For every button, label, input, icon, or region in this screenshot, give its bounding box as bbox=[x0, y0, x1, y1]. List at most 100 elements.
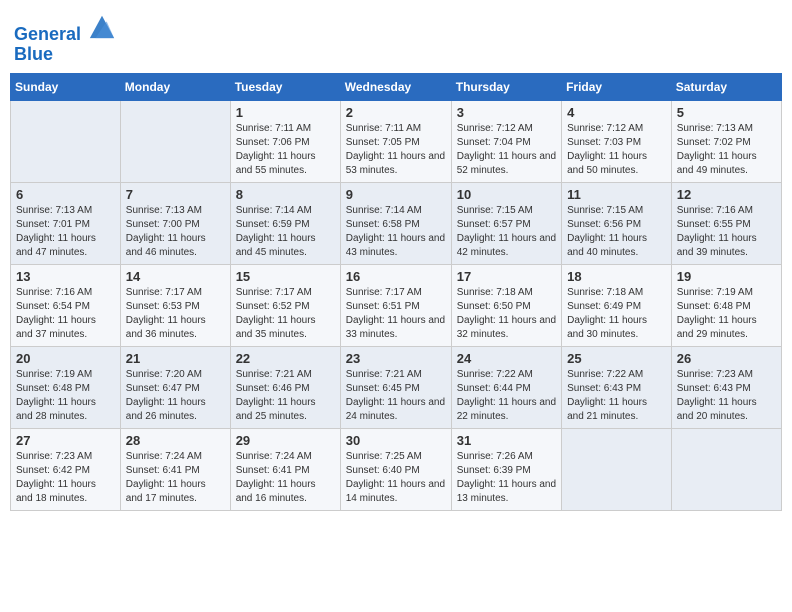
calendar-cell: 11 Sunrise: 7:15 AM Sunset: 6:56 PM Dayli… bbox=[562, 182, 672, 264]
day-number: 18 bbox=[567, 269, 666, 284]
calendar-cell: 20Sunrise: 7:19 AM Sunset: 6:48 PM Dayli… bbox=[11, 346, 121, 428]
calendar-cell: 4Sunrise: 7:12 AM Sunset: 7:03 PM Daylig… bbox=[562, 100, 672, 182]
calendar-cell: 5 Sunrise: 7:13 AM Sunset: 7:02 PM Daylig… bbox=[671, 100, 781, 182]
day-info: Sunrise: 7:18 AM Sunset: 6:50 PM Dayligh… bbox=[457, 286, 556, 342]
calendar-cell: 27 Sunrise: 7:23 AM Sunset: 6:42 PM Dayli… bbox=[11, 428, 121, 510]
logo-blue: Blue bbox=[14, 44, 53, 64]
day-info: Sunrise: 7:24 AM Sunset: 6:41 PM Dayligh… bbox=[236, 450, 335, 506]
calendar-cell: 17Sunrise: 7:18 AM Sunset: 6:50 PM Dayli… bbox=[451, 264, 561, 346]
day-number: 9 bbox=[346, 187, 446, 202]
column-header-sunday: Sunday bbox=[11, 73, 121, 100]
day-info: Sunrise: 7:12 AM Sunset: 7:04 PM Dayligh… bbox=[457, 122, 556, 178]
calendar-cell: 14Sunrise: 7:17 AM Sunset: 6:53 PM Dayli… bbox=[120, 264, 230, 346]
calendar-cell: 13Sunrise: 7:16 AM Sunset: 6:54 PM Dayli… bbox=[11, 264, 121, 346]
day-info: Sunrise: 7:22 AM Sunset: 6:43 PM Dayligh… bbox=[567, 368, 666, 424]
calendar-cell: 9 Sunrise: 7:14 AM Sunset: 6:58 PM Daylig… bbox=[340, 182, 451, 264]
calendar-cell bbox=[11, 100, 121, 182]
day-info: Sunrise: 7:17 AM Sunset: 6:52 PM Dayligh… bbox=[236, 286, 335, 342]
calendar-cell: 19 Sunrise: 7:19 AM Sunset: 6:48 PM Dayli… bbox=[671, 264, 781, 346]
calendar-cell: 22Sunrise: 7:21 AM Sunset: 6:46 PM Dayli… bbox=[230, 346, 340, 428]
day-info: Sunrise: 7:23 AM Sunset: 6:42 PM Dayligh… bbox=[16, 450, 115, 506]
day-number: 21 bbox=[126, 351, 225, 366]
calendar-cell: 21 Sunrise: 7:20 AM Sunset: 6:47 PM Dayli… bbox=[120, 346, 230, 428]
calendar-cell bbox=[671, 428, 781, 510]
calendar-cell: 28 Sunrise: 7:24 AM Sunset: 6:41 PM Dayli… bbox=[120, 428, 230, 510]
week-row-3: 13Sunrise: 7:16 AM Sunset: 6:54 PM Dayli… bbox=[11, 264, 782, 346]
day-info: Sunrise: 7:11 AM Sunset: 7:05 PM Dayligh… bbox=[346, 122, 446, 178]
calendar-table: SundayMondayTuesdayWednesdayThursdayFrid… bbox=[10, 73, 782, 511]
column-header-tuesday: Tuesday bbox=[230, 73, 340, 100]
day-number: 23 bbox=[346, 351, 446, 366]
day-number: 2 bbox=[346, 105, 446, 120]
column-header-thursday: Thursday bbox=[451, 73, 561, 100]
day-number: 10 bbox=[457, 187, 556, 202]
day-number: 25 bbox=[567, 351, 666, 366]
day-info: Sunrise: 7:21 AM Sunset: 6:45 PM Dayligh… bbox=[346, 368, 446, 424]
day-number: 13 bbox=[16, 269, 115, 284]
calendar-cell: 31Sunrise: 7:26 AM Sunset: 6:39 PM Dayli… bbox=[451, 428, 561, 510]
day-info: Sunrise: 7:19 AM Sunset: 6:48 PM Dayligh… bbox=[16, 368, 115, 424]
calendar-header-row: SundayMondayTuesdayWednesdayThursdayFrid… bbox=[11, 73, 782, 100]
day-info: Sunrise: 7:11 AM Sunset: 7:06 PM Dayligh… bbox=[236, 122, 335, 178]
day-number: 6 bbox=[16, 187, 115, 202]
calendar-cell: 18 Sunrise: 7:18 AM Sunset: 6:49 PM Dayli… bbox=[562, 264, 672, 346]
calendar-cell: 23 Sunrise: 7:21 AM Sunset: 6:45 PM Dayli… bbox=[340, 346, 451, 428]
calendar-cell: 15Sunrise: 7:17 AM Sunset: 6:52 PM Dayli… bbox=[230, 264, 340, 346]
column-header-monday: Monday bbox=[120, 73, 230, 100]
day-info: Sunrise: 7:13 AM Sunset: 7:00 PM Dayligh… bbox=[126, 204, 225, 260]
calendar-cell: 30 Sunrise: 7:25 AM Sunset: 6:40 PM Dayli… bbox=[340, 428, 451, 510]
day-info: Sunrise: 7:12 AM Sunset: 7:03 PM Dayligh… bbox=[567, 122, 666, 178]
calendar-cell: 12Sunrise: 7:16 AM Sunset: 6:55 PM Dayli… bbox=[671, 182, 781, 264]
day-info: Sunrise: 7:18 AM Sunset: 6:49 PM Dayligh… bbox=[567, 286, 666, 342]
calendar-cell: 8 Sunrise: 7:14 AM Sunset: 6:59 PM Daylig… bbox=[230, 182, 340, 264]
column-header-wednesday: Wednesday bbox=[340, 73, 451, 100]
logo-general: General bbox=[14, 24, 81, 44]
calendar-cell bbox=[120, 100, 230, 182]
column-header-friday: Friday bbox=[562, 73, 672, 100]
day-number: 24 bbox=[457, 351, 556, 366]
day-number: 16 bbox=[346, 269, 446, 284]
calendar-cell: 2 Sunrise: 7:11 AM Sunset: 7:05 PM Daylig… bbox=[340, 100, 451, 182]
calendar-cell: 3 Sunrise: 7:12 AM Sunset: 7:04 PM Daylig… bbox=[451, 100, 561, 182]
calendar-cell: 1 Sunrise: 7:11 AM Sunset: 7:06 PM Daylig… bbox=[230, 100, 340, 182]
day-number: 1 bbox=[236, 105, 335, 120]
week-row-1: 1 Sunrise: 7:11 AM Sunset: 7:06 PM Daylig… bbox=[11, 100, 782, 182]
day-number: 30 bbox=[346, 433, 446, 448]
column-header-saturday: Saturday bbox=[671, 73, 781, 100]
logo: General Blue bbox=[14, 16, 116, 65]
day-number: 19 bbox=[677, 269, 776, 284]
calendar-cell: 10 Sunrise: 7:15 AM Sunset: 6:57 PM Dayli… bbox=[451, 182, 561, 264]
day-number: 3 bbox=[457, 105, 556, 120]
day-number: 31 bbox=[457, 433, 556, 448]
day-number: 5 bbox=[677, 105, 776, 120]
day-info: Sunrise: 7:19 AM Sunset: 6:48 PM Dayligh… bbox=[677, 286, 776, 342]
day-info: Sunrise: 7:13 AM Sunset: 7:02 PM Dayligh… bbox=[677, 122, 776, 178]
calendar-cell: 29Sunrise: 7:24 AM Sunset: 6:41 PM Dayli… bbox=[230, 428, 340, 510]
calendar-cell: 25 Sunrise: 7:22 AM Sunset: 6:43 PM Dayli… bbox=[562, 346, 672, 428]
day-info: Sunrise: 7:22 AM Sunset: 6:44 PM Dayligh… bbox=[457, 368, 556, 424]
day-info: Sunrise: 7:15 AM Sunset: 6:56 PM Dayligh… bbox=[567, 204, 666, 260]
day-number: 7 bbox=[126, 187, 225, 202]
day-number: 8 bbox=[236, 187, 335, 202]
day-info: Sunrise: 7:23 AM Sunset: 6:43 PM Dayligh… bbox=[677, 368, 776, 424]
day-info: Sunrise: 7:14 AM Sunset: 6:59 PM Dayligh… bbox=[236, 204, 335, 260]
day-info: Sunrise: 7:20 AM Sunset: 6:47 PM Dayligh… bbox=[126, 368, 225, 424]
day-number: 26 bbox=[677, 351, 776, 366]
calendar-cell: 16Sunrise: 7:17 AM Sunset: 6:51 PM Dayli… bbox=[340, 264, 451, 346]
calendar-cell: 26 Sunrise: 7:23 AM Sunset: 6:43 PM Dayli… bbox=[671, 346, 781, 428]
calendar-cell: 7 Sunrise: 7:13 AM Sunset: 7:00 PM Daylig… bbox=[120, 182, 230, 264]
day-number: 22 bbox=[236, 351, 335, 366]
day-info: Sunrise: 7:24 AM Sunset: 6:41 PM Dayligh… bbox=[126, 450, 225, 506]
day-info: Sunrise: 7:14 AM Sunset: 6:58 PM Dayligh… bbox=[346, 204, 446, 260]
day-info: Sunrise: 7:25 AM Sunset: 6:40 PM Dayligh… bbox=[346, 450, 446, 506]
day-number: 28 bbox=[126, 433, 225, 448]
logo-icon bbox=[88, 12, 116, 40]
week-row-5: 27 Sunrise: 7:23 AM Sunset: 6:42 PM Dayli… bbox=[11, 428, 782, 510]
page-header: General Blue bbox=[10, 10, 782, 65]
day-info: Sunrise: 7:15 AM Sunset: 6:57 PM Dayligh… bbox=[457, 204, 556, 260]
day-number: 11 bbox=[567, 187, 666, 202]
day-number: 27 bbox=[16, 433, 115, 448]
day-info: Sunrise: 7:13 AM Sunset: 7:01 PM Dayligh… bbox=[16, 204, 115, 260]
calendar-cell: 6 Sunrise: 7:13 AM Sunset: 7:01 PM Daylig… bbox=[11, 182, 121, 264]
day-info: Sunrise: 7:16 AM Sunset: 6:55 PM Dayligh… bbox=[677, 204, 776, 260]
